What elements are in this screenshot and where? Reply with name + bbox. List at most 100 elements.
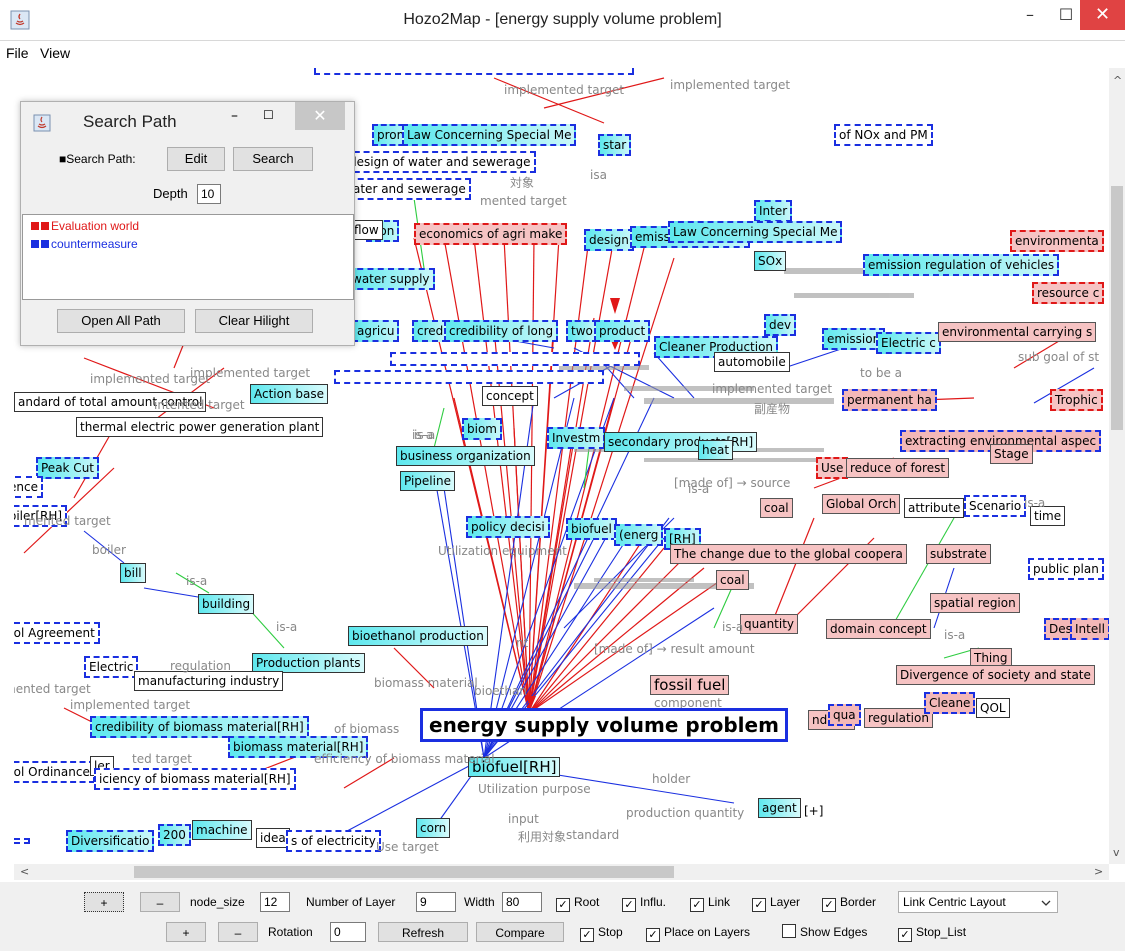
- map-node[interactable]: Pipeline: [400, 471, 455, 491]
- map-node[interactable]: substrate: [926, 544, 991, 564]
- map-node[interactable]: Global Orch: [822, 494, 901, 514]
- clear-hilight-button[interactable]: Clear Hilight: [195, 309, 313, 333]
- scroll-right-icon[interactable]: >: [1094, 865, 1103, 878]
- map-node[interactable]: rol Agreement: [14, 622, 100, 644]
- map-node[interactable]: iciency of biomass material[RH]: [94, 768, 296, 790]
- vertical-scrollbar[interactable]: ^ v: [1109, 68, 1125, 864]
- scroll-up-icon[interactable]: ^: [1113, 74, 1122, 87]
- map-node[interactable]: Investm: [547, 427, 606, 449]
- map-node[interactable]: Stage: [990, 444, 1033, 464]
- scroll-down-icon[interactable]: v: [1113, 846, 1120, 859]
- map-node[interactable]: s of electricity: [286, 830, 381, 852]
- map-node[interactable]: Law Concerning Special Me: [668, 221, 843, 243]
- map-node[interactable]: Diversificatio: [66, 830, 155, 852]
- map-node[interactable]: building: [198, 594, 255, 614]
- dialog-close-button[interactable]: ✕: [295, 102, 345, 130]
- map-node[interactable]: public plan: [1028, 558, 1104, 580]
- map-node[interactable]: [314, 68, 634, 75]
- map-node[interactable]: design of water and sewerage: [344, 151, 536, 173]
- edit-button[interactable]: Edit: [167, 147, 225, 171]
- scroll-left-icon[interactable]: <: [20, 865, 29, 878]
- map-node[interactable]: The change due to the global coopera: [670, 544, 907, 564]
- map-node[interactable]: quantity: [740, 614, 799, 634]
- menu-file[interactable]: File: [6, 45, 29, 61]
- map-node[interactable]: ence: [14, 476, 43, 498]
- map-node[interactable]: Divergence of society and state: [896, 665, 1095, 685]
- map-node[interactable]: environmental carrying s: [938, 322, 1097, 342]
- node-size-increase-button[interactable]: +: [84, 892, 124, 912]
- map-node[interactable]: [334, 370, 604, 384]
- map-node[interactable]: cred: [412, 320, 449, 342]
- map-node[interactable]: Law Concerning Special Me: [402, 124, 577, 146]
- map-node[interactable]: credibility of long: [444, 320, 559, 342]
- map-node[interactable]: automobile: [714, 352, 790, 372]
- menu-view[interactable]: View: [40, 45, 70, 61]
- root-checkbox[interactable]: ✓ Root: [556, 892, 599, 912]
- map-node[interactable]: design: [584, 229, 634, 251]
- map-node[interactable]: Trophic: [1050, 389, 1103, 411]
- map-node[interactable]: Scenario: [964, 495, 1027, 517]
- map-node[interactable]: business organization: [396, 446, 535, 466]
- map-node[interactable]: Electric c: [876, 332, 941, 354]
- map-node[interactable]: QOL: [976, 698, 1010, 718]
- map-node[interactable]: Action base: [250, 384, 329, 404]
- node-size-decrease-button[interactable]: –: [140, 892, 180, 912]
- map-node[interactable]: economics of agri make: [414, 223, 568, 245]
- path-list[interactable]: Evaluation world countermeasure: [22, 214, 354, 300]
- stop-checkbox[interactable]: ✓ Stop: [580, 922, 623, 942]
- map-node[interactable]: resource c: [1032, 282, 1105, 304]
- map-node[interactable]: corn: [416, 818, 451, 838]
- compare-button[interactable]: Compare: [476, 922, 564, 942]
- minimize-button[interactable]: –: [1010, 0, 1050, 30]
- map-node[interactable]: Inter: [754, 200, 793, 222]
- map-node[interactable]: Electric: [84, 656, 139, 678]
- map-node[interactable]: attribute: [904, 498, 965, 518]
- map-node[interactable]: thermal electric power generation plant: [76, 417, 324, 437]
- map-node[interactable]: permanent ha: [842, 389, 937, 411]
- map-node[interactable]: 200: [158, 824, 191, 846]
- map-node[interactable]: idea: [256, 828, 290, 848]
- map-node[interactable]: [14, 838, 30, 844]
- map-node[interactable]: credibility of biomass material[RH]: [90, 716, 309, 738]
- node-size-input[interactable]: 12: [260, 892, 290, 912]
- open-all-path-button[interactable]: Open All Path: [57, 309, 185, 333]
- rotation-increase-button[interactable]: +: [166, 922, 206, 942]
- map-node[interactable]: ater and sewerage: [348, 178, 471, 200]
- border-checkbox[interactable]: ✓ Border: [822, 892, 876, 912]
- link-checkbox[interactable]: ✓ Link: [690, 892, 730, 912]
- layer-checkbox[interactable]: ✓ Layer: [752, 892, 800, 912]
- depth-input[interactable]: 10: [197, 184, 221, 204]
- map-node[interactable]: spatial region: [930, 593, 1020, 613]
- path-list-item[interactable]: countermeasure: [31, 237, 138, 251]
- dialog-minimize-button[interactable]: –: [231, 108, 238, 124]
- map-node[interactable]: of NOx and PM: [834, 124, 933, 146]
- refresh-button[interactable]: Refresh: [378, 922, 468, 942]
- path-list-item[interactable]: Evaluation world: [31, 219, 139, 233]
- map-node[interactable]: reduce of forest: [846, 458, 950, 478]
- map-node[interactable]: qua: [828, 704, 861, 726]
- map-node[interactable]: environmenta: [1010, 230, 1104, 252]
- map-node[interactable]: heat: [698, 440, 734, 460]
- map-node[interactable]: bill: [120, 563, 146, 583]
- width-input[interactable]: 80: [502, 892, 542, 912]
- map-node[interactable]: regulation: [864, 708, 933, 728]
- layout-select[interactable]: Link Centric Layout: [898, 891, 1058, 913]
- map-node[interactable]: policy decisi: [466, 516, 550, 538]
- map-node[interactable]: biom: [462, 418, 502, 440]
- map-node[interactable]: agent: [758, 798, 801, 818]
- map-node[interactable]: bioethanol production: [348, 626, 488, 646]
- map-node[interactable]: agricu: [352, 320, 400, 342]
- map-node[interactable]: Intell: [1070, 618, 1109, 640]
- map-node[interactable]: SOx: [754, 251, 787, 271]
- map-node[interactable]: Use: [816, 457, 849, 479]
- horizontal-scroll-thumb[interactable]: [134, 866, 674, 878]
- dialog-maximize-button[interactable]: ☐: [263, 108, 274, 122]
- map-node[interactable]: secondary products[RH]: [604, 432, 758, 452]
- map-node[interactable]: [390, 352, 640, 366]
- map-node[interactable]: dev: [764, 314, 797, 336]
- map-node[interactable]: coal: [760, 498, 793, 518]
- map-node[interactable]: manufacturing industry: [134, 671, 284, 691]
- show-edges-checkbox[interactable]: Show Edges: [782, 922, 867, 942]
- place-on-layers-checkbox[interactable]: ✓ Place on Layers: [646, 922, 750, 942]
- vertical-scroll-thumb[interactable]: [1111, 186, 1123, 430]
